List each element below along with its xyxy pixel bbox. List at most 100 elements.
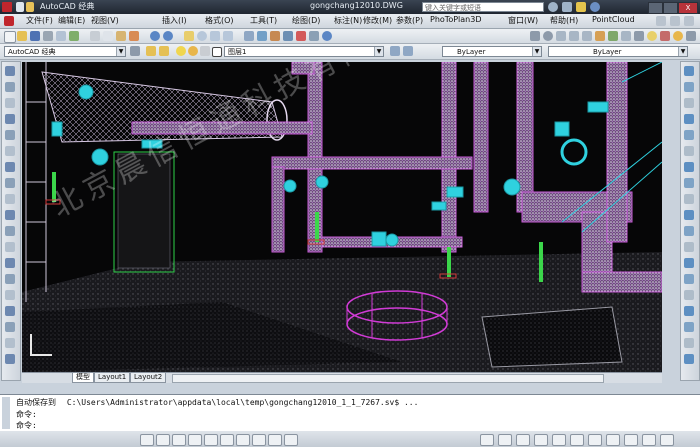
zoom-previous-icon[interactable] [223,31,233,41]
polygon-icon[interactable] [5,114,15,124]
make-current-layer-icon[interactable] [390,46,400,56]
minimize-button[interactable] [648,2,663,14]
menu-view[interactable]: 视图(V) [91,15,119,26]
model-space-button[interactable] [480,434,494,446]
orbit-icon[interactable] [543,31,553,41]
design-center-icon[interactable] [257,31,267,41]
app-menu-icon[interactable] [4,16,14,26]
rotate-view-icon[interactable] [530,31,540,41]
copy-icon[interactable] [103,31,113,41]
open-file-icon[interactable] [17,31,27,41]
gradient-icon[interactable] [5,306,15,316]
workspace-switch-button[interactable] [624,434,638,446]
rotate-icon[interactable] [684,162,694,172]
toolbar-more-icon[interactable] [686,31,696,41]
extend-icon[interactable] [684,226,694,236]
quick-view-layouts-button[interactable] [498,434,512,446]
search-icon[interactable] [548,2,558,12]
menu-pointcloud[interactable]: PointCloud [592,15,635,24]
workspace-settings-icon[interactable] [130,46,140,56]
paste-icon[interactable] [116,31,126,41]
light-icon[interactable] [647,31,657,41]
quick-properties-button[interactable] [284,434,298,446]
properties-icon[interactable] [244,31,254,41]
stretch-icon[interactable] [684,194,694,204]
lineweight-button[interactable] [268,434,282,446]
otrack-button[interactable] [220,434,234,446]
print-icon[interactable] [43,31,53,41]
polyline-icon[interactable] [5,98,15,108]
revision-cloud-icon[interactable] [5,178,15,188]
help-icon[interactable] [590,2,600,12]
view-front-icon[interactable] [569,31,579,41]
publish-icon[interactable] [69,31,79,41]
layer-state-icon[interactable] [159,46,169,56]
sheet-set-icon[interactable] [283,31,293,41]
layer-combo[interactable]: 图层1 ▼ [224,46,384,57]
trim-icon[interactable] [684,210,694,220]
workspace-combo[interactable]: AutoCAD 经典 ▼ [4,46,126,57]
quick-view-drawings-button[interactable] [516,434,530,446]
tab-layout2[interactable]: Layout2 [130,373,167,383]
insert-block-icon[interactable] [5,242,15,252]
pan-status-button[interactable] [534,434,548,446]
move-icon[interactable] [684,146,694,156]
offset-icon[interactable] [684,114,694,124]
join-icon[interactable] [684,258,694,268]
chevron-down-icon[interactable]: ▼ [532,47,541,56]
sun-icon[interactable] [673,31,683,41]
freeze-sun-icon[interactable] [188,46,198,56]
pan-icon[interactable] [184,31,194,41]
clean-screen-button[interactable] [660,434,674,446]
undo-icon[interactable] [150,31,160,41]
markup-icon[interactable] [296,31,306,41]
osnap-button[interactable] [204,434,218,446]
menu-file[interactable]: 文件(F) [26,15,53,26]
menu-insert[interactable]: 插入(I) [162,15,187,26]
fillet-icon[interactable] [684,290,694,300]
visual-style-icon[interactable] [608,31,618,41]
chamfer-icon[interactable] [684,274,694,284]
drawing-viewport[interactable]: 北京晨信恒通科技有限公司 [22,62,662,372]
doc-close-icon[interactable] [684,16,694,26]
scale-icon[interactable] [684,178,694,188]
preview-icon[interactable] [56,31,66,41]
tool-palettes-icon[interactable] [270,31,280,41]
lock-icon[interactable] [200,46,210,56]
doc-minimize-icon[interactable] [656,16,666,26]
view-iso-icon[interactable] [582,31,592,41]
save-icon[interactable] [30,31,40,41]
toolbar-lock-button[interactable] [642,434,656,446]
ducs-button[interactable] [236,434,250,446]
match-properties-icon[interactable] [129,31,139,41]
view-cube-icon[interactable] [621,31,631,41]
menu-tools[interactable]: 工具(T) [250,15,277,26]
camera-icon[interactable] [634,31,644,41]
tab-model[interactable]: 模型 [72,373,94,383]
new-icon[interactable] [16,2,24,12]
showmotion-button[interactable] [588,434,602,446]
break-icon[interactable] [684,242,694,252]
menu-modify[interactable]: 修改(M) [363,15,392,26]
zoom-status-button[interactable] [552,434,566,446]
menu-window[interactable]: 窗口(W) [508,15,538,26]
cut-icon[interactable] [90,31,100,41]
star-icon[interactable] [576,2,586,12]
hatch-icon[interactable] [5,290,15,300]
zoom-window-icon[interactable] [210,31,220,41]
table-icon[interactable] [5,338,15,348]
explode-icon[interactable] [684,306,694,316]
horizontal-scrollbar[interactable] [172,374,604,383]
tab-layout1[interactable]: Layout1 [94,373,131,383]
color-combo[interactable]: ByLayer ▼ [442,46,542,57]
calculator-icon[interactable] [309,31,319,41]
make-block-icon[interactable] [5,258,15,268]
grid-button[interactable] [156,434,170,446]
pointcloud-clip-icon[interactable] [684,338,694,348]
autocad-logo-icon[interactable] [2,2,12,12]
spline-icon[interactable] [5,194,15,204]
ellipse-arc-icon[interactable] [5,226,15,236]
pointcloud-attach-icon[interactable] [684,322,694,332]
dyn-button[interactable] [252,434,266,446]
redo-icon[interactable] [163,31,173,41]
